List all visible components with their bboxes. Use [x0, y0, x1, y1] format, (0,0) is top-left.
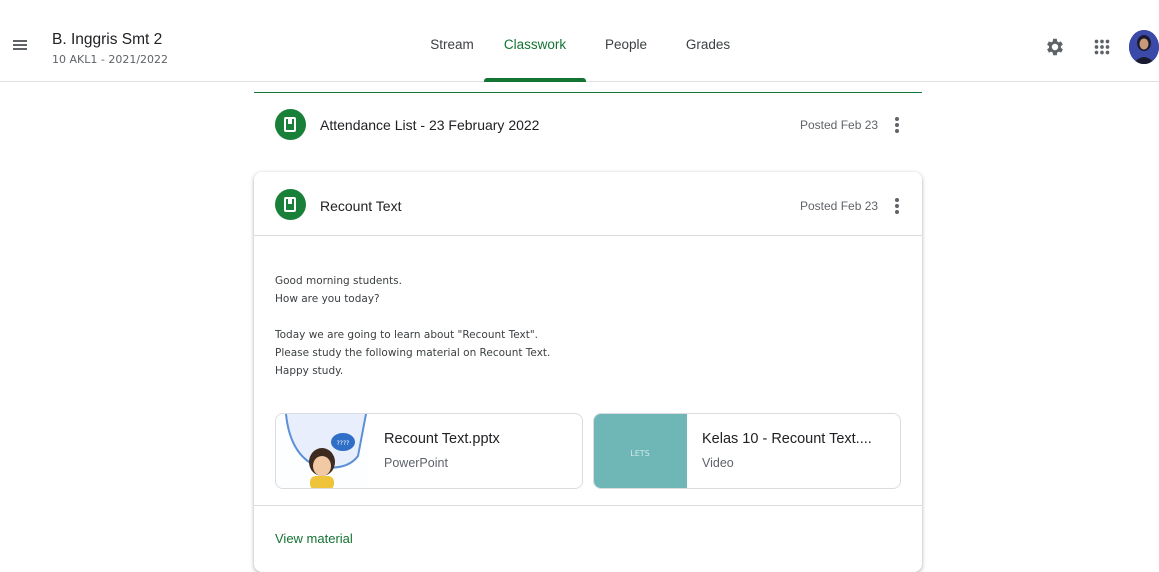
posted-date: Posted Feb 23	[800, 199, 879, 213]
more-options-icon[interactable]	[890, 197, 904, 215]
material-icon	[275, 189, 306, 220]
attachment-type: PowerPoint	[384, 456, 448, 470]
item-title: Attendance List - 23 February 2022	[320, 117, 540, 133]
description-line	[275, 308, 550, 326]
settings-icon[interactable]	[1044, 36, 1066, 58]
description-line: Good morning students.	[275, 275, 402, 287]
thumb-text: LETS	[630, 449, 649, 458]
tab-people[interactable]: People	[598, 29, 654, 82]
description-line: Today we are going to learn about "Recou…	[275, 329, 538, 341]
attachment-pptx[interactable]: ???? Recount Text.pptx PowerPoint	[275, 413, 583, 489]
view-material-link[interactable]: View material	[275, 531, 353, 546]
tab-stream[interactable]: Stream	[420, 29, 484, 82]
description-line: Happy study.	[275, 365, 344, 377]
card-footer-divider	[254, 505, 922, 506]
classwork-card-recount-text: Recount Text Posted Feb 23 Good morning …	[254, 172, 922, 572]
description-line: How are you today?	[275, 293, 380, 305]
class-subtitle: 10 AKL1 - 2021/2022	[52, 53, 169, 66]
attachment-title: Kelas 10 - Recount Text....	[702, 431, 872, 447]
thumb-text: ????	[337, 440, 350, 447]
attachment-title: Recount Text.pptx	[384, 431, 500, 447]
classwork-item-attendance[interactable]: Attendance List - 23 February 2022 Poste…	[254, 100, 922, 150]
attachment-type: Video	[702, 456, 734, 470]
attachment-thumbnail: ????	[276, 414, 369, 488]
menu-icon[interactable]	[10, 37, 30, 57]
tab-grades[interactable]: Grades	[680, 29, 736, 82]
class-title[interactable]: B. Inggris Smt 2	[52, 31, 162, 49]
avatar[interactable]	[1129, 30, 1159, 64]
top-app-bar: B. Inggris Smt 2 10 AKL1 - 2021/2022 Str…	[0, 0, 1159, 82]
item-title: Recount Text	[320, 198, 402, 214]
card-header[interactable]: Recount Text Posted Feb 23	[254, 172, 922, 236]
material-icon	[275, 109, 306, 140]
more-options-icon[interactable]	[890, 116, 904, 134]
attachment-video[interactable]: LETS Kelas 10 - Recount Text.... Video	[593, 413, 901, 489]
material-description: Good morning students. How are you today…	[275, 272, 550, 380]
tab-classwork[interactable]: Classwork	[484, 29, 586, 82]
posted-date: Posted Feb 23	[800, 118, 879, 132]
description-line: Please study the following material on R…	[275, 347, 551, 359]
classwork-divider	[254, 92, 922, 93]
attachment-thumbnail: LETS	[594, 414, 687, 488]
apps-icon[interactable]	[1091, 36, 1113, 58]
